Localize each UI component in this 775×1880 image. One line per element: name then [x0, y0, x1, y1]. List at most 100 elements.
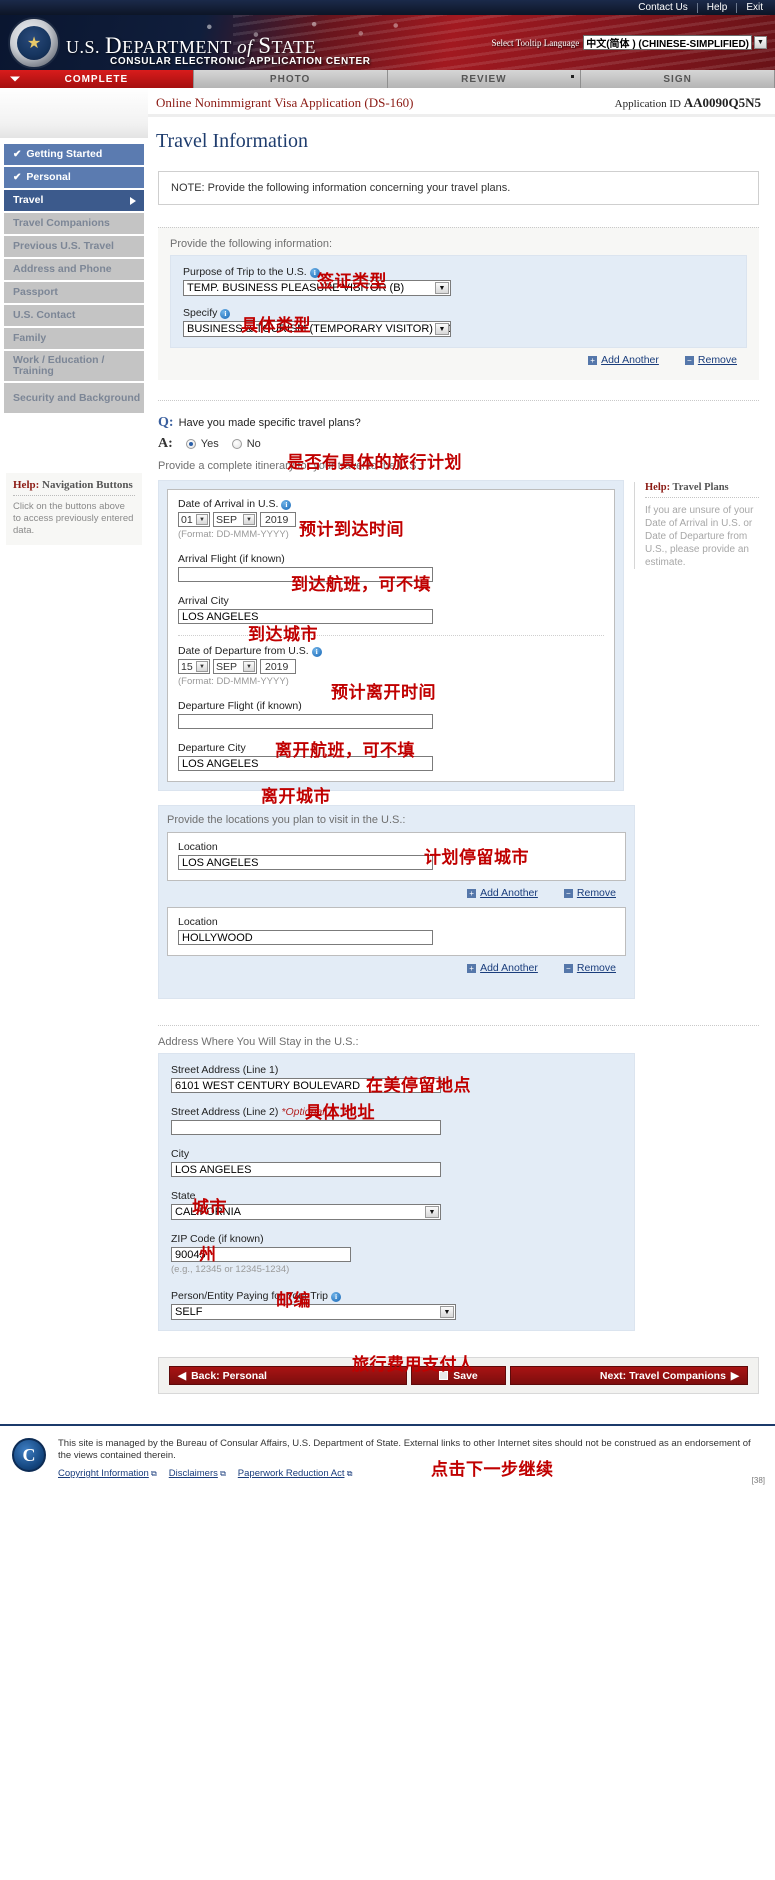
payer-select[interactable]: SELF ▼	[171, 1304, 456, 1320]
zip-input[interactable]: 90045	[171, 1247, 351, 1262]
annotation-16: 点击下一步继续	[431, 1460, 554, 1480]
departure-year-input[interactable]: 2019	[260, 659, 296, 674]
annotation-8: 离开城市	[261, 787, 331, 807]
location-input[interactable]: HOLLYWOOD	[178, 930, 433, 945]
arrival-year-input[interactable]: 2019	[260, 512, 296, 527]
departure-city-label: Departure City	[178, 742, 246, 754]
info-icon[interactable]: i	[281, 500, 292, 510]
disclaimers-link-wrap[interactable]: Disclaimers ⧉	[169, 1467, 226, 1479]
sidebar-item-security-and-background[interactable]: Security and Background	[4, 383, 144, 413]
chevron-down-icon[interactable]: ▼	[435, 323, 449, 335]
sidebar-item-travel-companions[interactable]: Travel Companions	[4, 213, 144, 234]
locations-blue-box: Provide the locations you plan to visit …	[158, 805, 635, 999]
info-icon[interactable]: i	[220, 309, 231, 319]
travel-plans-yes-radio[interactable]	[185, 439, 196, 449]
tooltip-language-value[interactable]: 中文(简体 ) (CHINESE-SIMPLIFIED)	[583, 35, 752, 50]
sidebar-item-getting-started[interactable]: ✔ Getting Started	[4, 144, 144, 165]
add-another-purpose-button[interactable]: + Add Another	[588, 354, 659, 366]
arrival-month-select[interactable]: SEP ▼	[213, 512, 257, 527]
remove-purpose-button[interactable]: − Remove	[684, 354, 737, 366]
sidebar-item-address-and-phone[interactable]: Address and Phone	[4, 259, 144, 280]
purpose-row-actions: + Add Another − Remove	[170, 354, 747, 366]
chevron-down-icon[interactable]: ▼	[243, 514, 255, 525]
annotation-5: 到达城市	[248, 625, 318, 645]
travel-plans-help-title-prefix: Help:	[645, 482, 671, 493]
chevron-down-icon[interactable]: ▼	[440, 1306, 454, 1318]
footer-text: This site is managed by the Bureau of Co…	[58, 1438, 751, 1461]
tab-complete[interactable]: COMPLETE	[0, 70, 194, 88]
sidebar-item-work-education-training[interactable]: Work / Education / Training	[4, 351, 144, 381]
contact-us-link[interactable]: Contact Us	[629, 2, 698, 13]
tab-photo[interactable]: PHOTO	[193, 70, 388, 88]
remove-location-button[interactable]: − Remove	[563, 962, 616, 974]
payer-value: SELF	[175, 1306, 203, 1318]
specify-select[interactable]: BUSINESS & TOURISM (TEMPORARY VISITOR) (…	[183, 321, 451, 337]
seal-eagle-glyph: ★	[17, 26, 51, 60]
travel-plans-question: Have you made specific travel plans?	[178, 417, 361, 429]
location-label-row: Location	[178, 916, 615, 928]
itinerary-divider	[178, 635, 604, 636]
note-banner: NOTE: Provide the following information …	[158, 171, 759, 205]
city-input[interactable]: LOS ANGELES	[171, 1162, 441, 1177]
info-icon[interactable]: i	[311, 647, 322, 657]
main-content: Online Nonimmigrant Visa Application (DS…	[148, 88, 775, 1394]
next-button[interactable]: Next: Travel Companions ▶	[510, 1366, 748, 1385]
travel-plans-help-text: If you are unsure of your Date of Arriva…	[645, 505, 754, 568]
exit-link[interactable]: Exit	[737, 2, 767, 13]
arrival-flight-label: Arrival Flight (if known)	[178, 553, 285, 565]
location-row-actions: + Add Another − Remove	[167, 962, 626, 974]
utility-bar: Contact Us Help Exit	[0, 0, 775, 15]
title-of: of	[231, 37, 259, 58]
travel-plans-no-radio[interactable]	[231, 439, 242, 449]
location-row-actions: + Add Another − Remove	[167, 887, 626, 899]
sidebar-item-passport[interactable]: Passport	[4, 282, 144, 303]
travel-plans-help-title-text: Travel Plans	[670, 482, 729, 493]
add-another-location-button[interactable]: + Add Another	[467, 887, 538, 899]
annotation-11: 具体地址	[305, 1103, 375, 1123]
remove-location-button[interactable]: − Remove	[563, 887, 616, 899]
sidebar-item-personal[interactable]: ✔ Personal	[4, 167, 144, 188]
site-footer: C This site is managed by the Bureau of …	[0, 1424, 775, 1493]
external-link-icon: ⧉	[217, 1469, 226, 1478]
chevron-down-icon[interactable]: ▼	[243, 661, 255, 672]
location-label: Location	[178, 841, 218, 853]
add-another-location-button[interactable]: + Add Another	[467, 962, 538, 974]
paperwork-reduction-act-link-wrap[interactable]: Paperwork Reduction Act ⧉	[238, 1467, 353, 1479]
sidebar-help-panel: Help: Navigation Buttons Click on the bu…	[6, 473, 142, 545]
annotation-4: 到达航班，可不填	[291, 575, 431, 595]
plus-icon: +	[467, 888, 477, 898]
tab-review[interactable]: REVIEW	[387, 70, 582, 88]
tooltip-language-selector[interactable]: Select Tooltip Language 中文(简体 ) (CHINESE…	[492, 35, 767, 50]
specify-label: Specify	[183, 307, 218, 319]
check-icon: ✔	[13, 149, 22, 160]
departure-flight-input[interactable]	[178, 714, 433, 729]
tab-sign[interactable]: SIGN	[581, 70, 775, 88]
copyright-information-link-wrap[interactable]: Copyright Information ⧉	[58, 1467, 157, 1479]
title-d: D	[105, 33, 123, 58]
sidebar-item-previous-us-travel[interactable]: Previous U.S. Travel	[4, 236, 144, 257]
arrival-day-select[interactable]: 01 ▼	[178, 512, 210, 527]
chevron-down-icon[interactable]: ▼	[754, 36, 767, 49]
sidebar-item-family[interactable]: Family	[4, 328, 144, 349]
copyright-information-link[interactable]: Copyright Information	[58, 1468, 149, 1479]
departure-day-select[interactable]: 15 ▼	[178, 659, 210, 674]
location-input[interactable]: LOS ANGELES	[178, 855, 433, 870]
chevron-down-icon[interactable]: ▼	[435, 282, 449, 294]
disclaimers-link[interactable]: Disclaimers	[169, 1468, 218, 1479]
annotation-15: 旅行费用支付人	[352, 1355, 475, 1375]
info-icon[interactable]: i	[331, 1292, 342, 1302]
paperwork-reduction-act-link[interactable]: Paperwork Reduction Act	[238, 1468, 345, 1479]
travel-plans-help-column: Help: Travel Plans If you are unsure of …	[634, 480, 759, 791]
departure-month-select[interactable]: SEP ▼	[213, 659, 257, 674]
next-button-label: Next: Travel Companions	[599, 1369, 726, 1382]
chevron-down-icon[interactable]: ▼	[196, 661, 208, 672]
sidebar-help-title-text: Navigation Buttons	[39, 479, 133, 491]
location-value: LOS ANGELES	[182, 856, 259, 869]
sidebar-item-travel[interactable]: Travel	[4, 190, 144, 211]
chevron-down-icon[interactable]: ▼	[196, 514, 208, 525]
help-link[interactable]: Help	[698, 2, 738, 13]
external-link-icon: ⧉	[148, 1469, 157, 1478]
external-link-icon: ⧉	[344, 1469, 353, 1478]
chevron-down-icon[interactable]: ▼	[425, 1206, 439, 1218]
sidebar-item-us-contact[interactable]: U.S. Contact	[4, 305, 144, 326]
